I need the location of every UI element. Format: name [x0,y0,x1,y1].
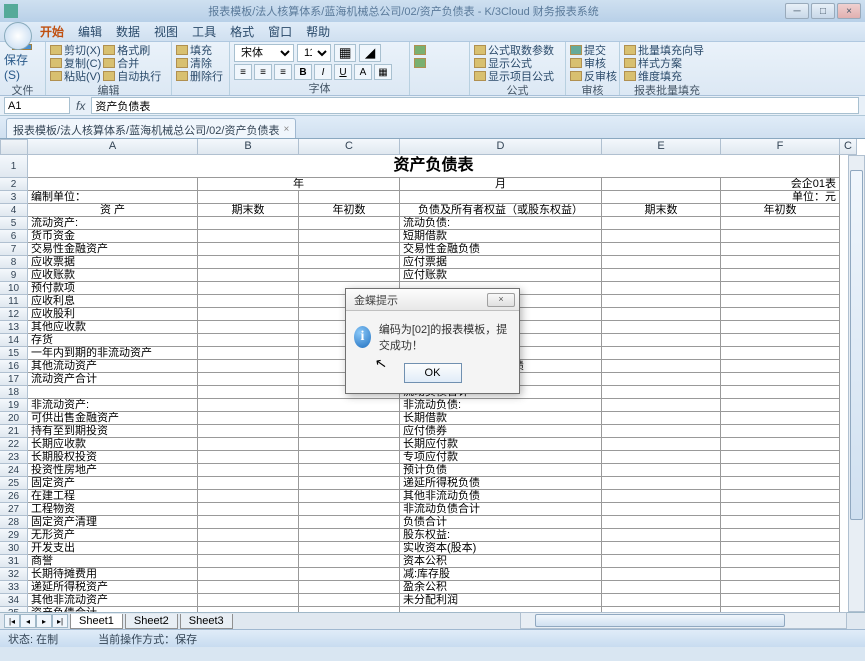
dialog-titlebar[interactable]: 金蝶提示 × [346,289,519,311]
dialog-message: 编码为[02]的报表模板，提交成功！ [379,321,511,353]
dialog-overlay: 金蝶提示 × i 编码为[02]的报表模板，提交成功！ OK ↖ [0,0,865,661]
message-dialog: 金蝶提示 × i 编码为[02]的报表模板，提交成功！ OK [345,288,520,394]
dialog-close-button[interactable]: × [487,293,515,307]
info-icon: i [354,326,371,348]
dialog-title-text: 金蝶提示 [354,292,398,308]
dialog-ok-button[interactable]: OK [404,363,462,383]
